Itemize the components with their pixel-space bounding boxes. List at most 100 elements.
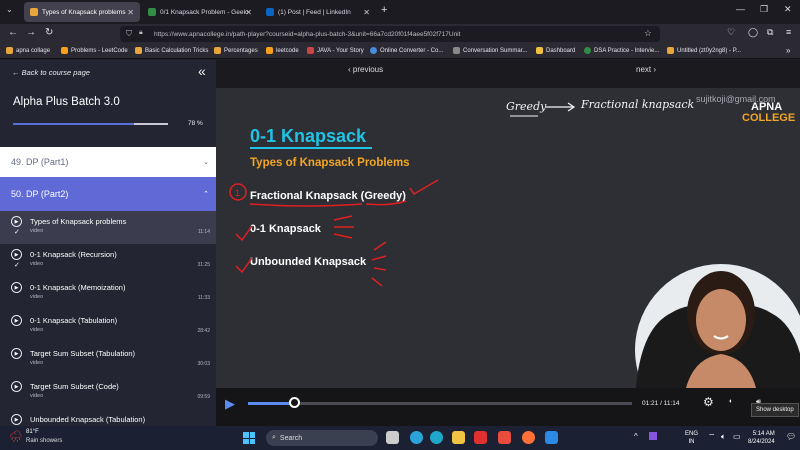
- bookmark-item[interactable]: apna collage: [6, 47, 50, 54]
- bookmark-star-icon[interactable]: ☆: [644, 28, 652, 39]
- emphasis-mark: [333, 215, 354, 239]
- edge-browser-icon[interactable]: [430, 431, 443, 444]
- weather-icon[interactable]: 🌧︎: [9, 430, 23, 443]
- slide-item-3: Unbounded Knapsack: [250, 256, 367, 268]
- bookmark-item[interactable]: DSA Practice - Intervie...: [584, 47, 659, 54]
- bookmark-item[interactable]: Problems - LeetCode: [61, 47, 128, 54]
- check-icon: ✓: [14, 262, 20, 269]
- menu-icon[interactable]: ≡: [786, 27, 791, 37]
- lesson-item[interactable]: ▶ 0-1 Knapsack (Memoization) video 11:33: [0, 277, 216, 310]
- course-progress-label: 78 %: [188, 120, 203, 127]
- pocket-icon[interactable]: ♡: [727, 27, 735, 38]
- slide-item-1: Fractional Knapsack (Greedy): [250, 190, 406, 202]
- video-frame[interactable]: Greedy Fractional knapsack sujitkoji@gma…: [216, 88, 800, 388]
- tab-active[interactable]: Types of Knapsack problems ✕: [24, 2, 140, 22]
- lesson-title: Target Sum Subset (Code): [30, 382, 119, 391]
- restore-window-icon[interactable]: ❐: [760, 4, 768, 15]
- chevron-down-icon: ⌄: [203, 159, 209, 166]
- taskbar-search[interactable]: ⌕ Search: [266, 430, 378, 446]
- play-icon[interactable]: ▶: [225, 396, 235, 412]
- slide-canvas: Greedy Fractional knapsack sujitkoji@gma…: [229, 94, 800, 388]
- forward-arrow-icon[interactable]: →: [26, 27, 36, 38]
- reload-icon[interactable]: ↻: [45, 27, 53, 38]
- back-arrow-icon[interactable]: ←: [8, 27, 18, 38]
- address-bar[interactable]: ⛉ 🔒︎ https://www.apnacollege.in/path-pla…: [120, 26, 660, 42]
- section-label: 50. DP (Part2): [11, 189, 69, 199]
- language-indicator[interactable]: ENG IN: [685, 430, 698, 446]
- task-view-icon[interactable]: [386, 431, 399, 444]
- tab-favicon-icon: [148, 8, 156, 16]
- lesson-type: video: [30, 393, 44, 399]
- folder-icon: [135, 47, 142, 54]
- course-progress-fill: [13, 123, 134, 125]
- bookmark-item[interactable]: leetcode: [266, 47, 299, 54]
- close-tab-icon[interactable]: ✕: [127, 8, 134, 17]
- tray-app-icon[interactable]: [649, 432, 657, 440]
- new-tab-icon[interactable]: +: [381, 4, 387, 16]
- notification-icon[interactable]: 💬︎: [786, 432, 796, 441]
- close-tab-icon[interactable]: ✕: [363, 8, 370, 17]
- previous-lesson-link[interactable]: ‹ previous: [348, 65, 383, 74]
- course-progress-bar: [13, 123, 168, 125]
- lesson-item[interactable]: ▶ Target Sum Subset (Tabulation) video 30:0…: [0, 343, 216, 376]
- volume-icon[interactable]: 🔈︎: [721, 432, 726, 442]
- section-dp-part1[interactable]: 49. DP (Part1) ⌄: [0, 147, 216, 177]
- file-explorer-icon[interactable]: [452, 431, 465, 444]
- store-icon[interactable]: [474, 431, 487, 444]
- battery-icon[interactable]: ▭: [733, 432, 741, 441]
- weather-desc: Rain showers: [26, 438, 63, 444]
- check-mark: [409, 179, 439, 196]
- collapse-sidebar-icon[interactable]: «: [198, 63, 206, 79]
- close-window-icon[interactable]: ✕: [784, 4, 792, 15]
- tab-linkedin[interactable]: (1) Post | Feed | LinkedIn ✕: [260, 2, 376, 22]
- tab-favicon-icon: [30, 8, 38, 16]
- seek-bar[interactable]: [248, 402, 632, 405]
- dashboard-icon: [536, 47, 543, 54]
- minimize-window-icon[interactable]: —: [736, 4, 745, 14]
- vscode-icon[interactable]: [545, 431, 558, 444]
- lesson-item[interactable]: ▶ ✓ Types of Knapsack problems video 11:14: [0, 211, 216, 244]
- lesson-item[interactable]: ▶ ✓ 0-1 Knapsack (Recursion) video 31:25: [0, 244, 216, 277]
- lesson-item[interactable]: ▶ Target Sum Subset (Code) video 09:59: [0, 376, 216, 409]
- leetcode-icon: [61, 47, 68, 54]
- close-tab-icon[interactable]: ✕: [245, 8, 252, 17]
- bookmark-item[interactable]: Basic Calculation Tricks: [135, 47, 208, 54]
- edge-icon[interactable]: [410, 431, 423, 444]
- url-text[interactable]: https://www.apnacollege.in/path-player?c…: [154, 31, 460, 38]
- folder-icon: [6, 47, 13, 54]
- bookmark-item[interactable]: Conversation Summar...: [453, 47, 527, 54]
- search-icon: ⌕: [272, 434, 276, 441]
- bookmark-item[interactable]: Dashboard: [536, 47, 575, 54]
- settings-gear-icon[interactable]: ⚙: [703, 395, 714, 409]
- lesson-duration: 09:59: [197, 394, 210, 400]
- account-icon[interactable]: ◯: [748, 27, 758, 38]
- firefox-icon[interactable]: [522, 431, 535, 444]
- bookmark-item[interactable]: Untitled (zt0y2ng8) - P...: [667, 47, 741, 54]
- seek-handle[interactable]: [289, 397, 300, 408]
- time-display: 01:21 / 11:14: [642, 400, 680, 407]
- bookmark-item[interactable]: Percentages: [214, 47, 258, 54]
- next-lesson-link[interactable]: next ›: [636, 65, 656, 74]
- lesson-item[interactable]: ▶Unbounded Knapsack (Tabulation)video: [0, 409, 216, 426]
- show-desktop-tooltip: Show desktop: [751, 403, 799, 417]
- clock[interactable]: 5:14 AM 8/24/2024: [748, 430, 775, 446]
- start-button[interactable]: [243, 432, 255, 444]
- extensions-icon[interactable]: ⧉: [767, 27, 773, 38]
- play-circle-icon: ▶: [11, 216, 22, 227]
- section-dp-part2[interactable]: 50. DP (Part2) ⌃: [0, 177, 216, 211]
- back-to-course-link[interactable]: ← Back to course page: [12, 68, 90, 77]
- bookmark-item[interactable]: Online Converter - Co...: [370, 47, 443, 54]
- bookmark-item[interactable]: JAVA - Your Story: [307, 47, 364, 54]
- play-circle-icon: ▶: [11, 414, 22, 425]
- tab-geeksforgeeks[interactable]: 0/1 Knapsack Problem - GeeksforGeeks ✕: [142, 2, 258, 22]
- lesson-item[interactable]: ▶ 0-1 Knapsack (Tabulation) video 28:42: [0, 310, 216, 343]
- speed-icon[interactable]: ◐: [729, 398, 733, 405]
- tab-list-icon[interactable]: ⌄: [6, 5, 13, 14]
- youtube-icon[interactable]: [498, 431, 511, 444]
- lesson-duration: 31:25: [197, 262, 210, 268]
- annotation-fractional: Fractional knapsack: [580, 98, 695, 111]
- more-bookmarks-icon[interactable]: »: [786, 46, 790, 55]
- wifi-icon[interactable]: ⌔: [708, 432, 716, 442]
- tray-chevron-icon[interactable]: ^: [634, 432, 638, 441]
- slide-title: 0-1 Knapsack: [250, 126, 367, 146]
